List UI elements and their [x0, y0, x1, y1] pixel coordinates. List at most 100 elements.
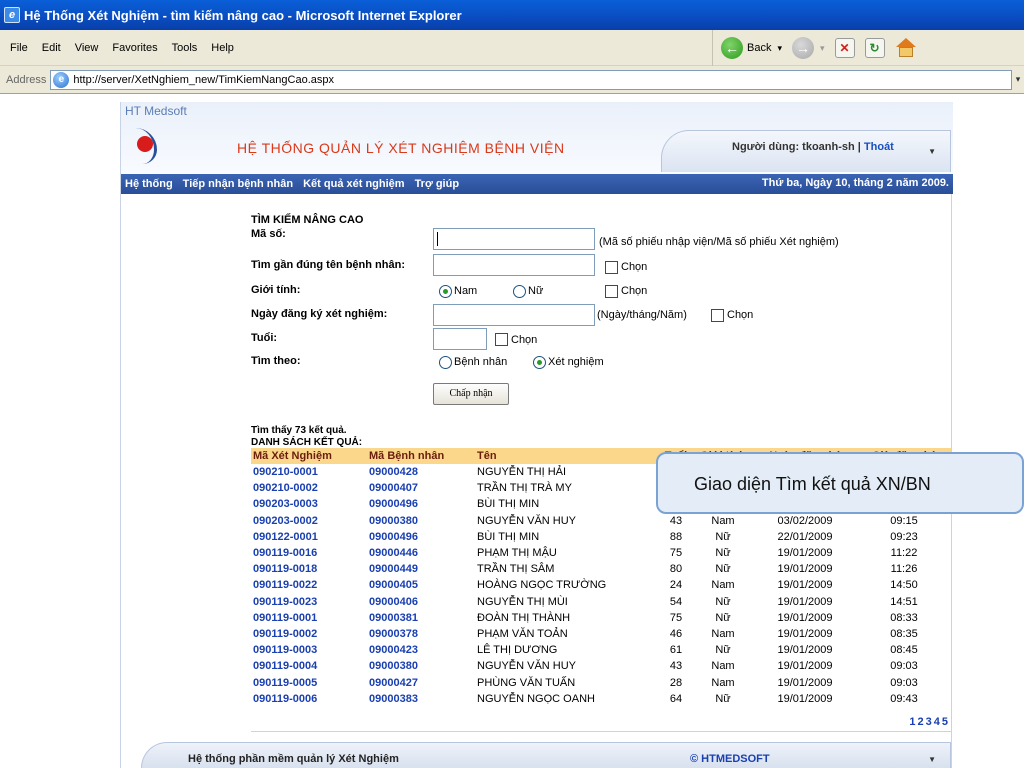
date-select-checkbox[interactable] [711, 309, 724, 322]
submit-button[interactable]: Chấp nhận [433, 383, 509, 405]
back-dropdown[interactable]: ▾ [777, 43, 782, 54]
logout-link[interactable]: Thoát [864, 141, 894, 153]
menu-file[interactable]: File [10, 42, 28, 54]
address-input[interactable]: e http://server/XetNghiem_new/TimKiemNan… [50, 69, 1012, 90]
cell-age: 80 [669, 563, 683, 576]
cell-test-code[interactable]: 090210-0001 [251, 464, 367, 480]
cell-gender: Nam [711, 660, 735, 673]
cell-test-code[interactable]: 090119-0002 [251, 626, 367, 642]
col-test-code[interactable]: Mã Xét Nghiệm [251, 448, 367, 464]
cell-test-code[interactable]: 090119-0001 [251, 610, 367, 626]
cell-test-code[interactable]: 090119-0018 [251, 561, 367, 577]
cell-patient-code[interactable]: 09000383 [367, 691, 475, 707]
nav-help[interactable]: Trợ giúp [415, 178, 459, 190]
back-label: Back [747, 42, 772, 54]
nav-system[interactable]: Hệ thống [125, 178, 173, 190]
cell-patient-code[interactable]: 09000405 [367, 577, 475, 593]
footer-copyright: © HTMEDSOFT [690, 753, 770, 765]
nav-test-results[interactable]: Kết quả xét nghiệm [303, 178, 404, 190]
menu-favorites[interactable]: Favorites [112, 42, 157, 54]
stop-icon: ✕ [834, 38, 855, 58]
chevron-down-icon[interactable]: ▼ [928, 755, 936, 764]
page-link-1[interactable]: 1 [909, 716, 916, 728]
table-row: 090119-0004 09000380 NGUYỄN VĂN HUY 43 Nam 19… [251, 658, 951, 674]
cell-gender: Nữ [715, 611, 731, 624]
cell-patient-code[interactable]: 09000427 [367, 674, 475, 690]
refresh-icon: ↻ [864, 38, 885, 58]
forward-button[interactable]: → ▾ [792, 37, 825, 59]
cell-test-code[interactable]: 090119-0004 [251, 658, 367, 674]
cell-test-code[interactable]: 090119-0006 [251, 691, 367, 707]
cell-patient-code[interactable]: 09000446 [367, 545, 475, 561]
gender-select-checkbox[interactable] [605, 285, 618, 298]
col-patient-code[interactable]: Mã Bệnh nhân [367, 448, 475, 464]
cell-name: TRẦN THỊ TRÀ MY [477, 482, 572, 495]
name-select-checkbox[interactable] [605, 261, 618, 274]
gender-female-label: Nữ [528, 285, 544, 297]
age-input[interactable] [433, 328, 487, 350]
table-row: 090203-0002 09000380 NGUYỄN VĂN HUY 43 Nam 03… [251, 513, 951, 529]
cell-test-code[interactable]: 090119-0023 [251, 594, 367, 610]
cell-patient-code[interactable]: 09000380 [367, 658, 475, 674]
table-row: 090119-0016 09000446 PHẠM THỊ MẬU 75 Nữ 19/01… [251, 545, 951, 561]
gender-female-radio[interactable] [513, 285, 526, 298]
menu-help[interactable]: Help [211, 42, 234, 54]
home-button[interactable] [895, 38, 917, 58]
code-input[interactable] [433, 228, 595, 250]
cell-reg-time: 09:23 [890, 530, 918, 543]
cell-reg-date: 19/01/2009 [777, 563, 833, 576]
page-link-2[interactable]: 2 [918, 716, 925, 728]
col-name[interactable]: Tên [475, 448, 659, 464]
page-link-4[interactable]: 4 [934, 716, 941, 728]
cell-patient-code[interactable]: 09000406 [367, 594, 475, 610]
cell-patient-code[interactable]: 09000423 [367, 642, 475, 658]
name-input[interactable] [433, 254, 595, 276]
search-by-patient-radio[interactable] [439, 356, 452, 369]
cell-patient-code[interactable]: 09000428 [367, 464, 475, 480]
name-label: Tìm gần đúng tên bệnh nhân: [251, 259, 405, 271]
forward-dropdown[interactable]: ▾ [820, 43, 825, 54]
cell-test-code[interactable]: 090119-0005 [251, 674, 367, 690]
cell-patient-code[interactable]: 09000381 [367, 610, 475, 626]
search-by-test-radio[interactable] [533, 356, 546, 369]
cell-patient-code[interactable]: 09000496 [367, 529, 475, 545]
cell-name: NGUYỄN THỊ MÙI [477, 595, 568, 608]
cell-reg-time: 09:03 [890, 676, 918, 689]
code-hint: (Mã số phiếu nhập viện/Mã số phiếu Xét n… [599, 236, 839, 248]
table-row: 090119-0023 09000406 NGUYỄN THỊ MÙI 54 Nữ 19/… [251, 594, 951, 610]
cell-test-code[interactable]: 090203-0002 [251, 513, 367, 529]
cell-test-code[interactable]: 090122-0001 [251, 529, 367, 545]
cell-test-code[interactable]: 090119-0003 [251, 642, 367, 658]
table-row: 090119-0006 09000383 NGUYỄN NGỌC OANH 64 Nữ 1… [251, 691, 951, 707]
footer-text: Hệ thống phần mềm quản lý Xét Nghiệm [188, 753, 399, 765]
address-dropdown[interactable]: ▾ [1012, 74, 1024, 85]
menu-view[interactable]: View [75, 42, 99, 54]
page-link-5[interactable]: 5 [942, 716, 949, 728]
date-hint: (Ngày/tháng/Năm) [597, 309, 687, 321]
gender-male-radio[interactable] [439, 285, 452, 298]
nav-patient-intake[interactable]: Tiếp nhận bệnh nhân [183, 178, 293, 190]
table-row: 090119-0005 09000427 PHÙNG VĂN TUẤN 28 Nam 19… [251, 674, 951, 690]
back-button[interactable]: ← Back ▾ [721, 37, 782, 59]
refresh-button[interactable]: ↻ [864, 38, 885, 58]
cell-patient-code[interactable]: 09000380 [367, 513, 475, 529]
stop-button[interactable]: ✕ [834, 38, 855, 58]
menu-tools[interactable]: Tools [172, 42, 198, 54]
cell-patient-code[interactable]: 09000496 [367, 496, 475, 512]
age-select-checkbox[interactable] [495, 333, 508, 346]
cell-patient-code[interactable]: 09000378 [367, 626, 475, 642]
cell-test-code[interactable]: 090119-0022 [251, 577, 367, 593]
menu-edit[interactable]: Edit [42, 42, 61, 54]
cell-patient-code[interactable]: 09000407 [367, 480, 475, 496]
cell-test-code[interactable]: 090210-0002 [251, 480, 367, 496]
cell-test-code[interactable]: 090119-0016 [251, 545, 367, 561]
pagination: 12345 [908, 716, 949, 728]
page-link-3[interactable]: 3 [926, 716, 933, 728]
cell-test-code[interactable]: 090203-0003 [251, 496, 367, 512]
cell-reg-time: 09:03 [890, 660, 918, 673]
chevron-down-icon[interactable]: ▼ [928, 147, 936, 156]
date-input[interactable] [433, 304, 595, 326]
cell-reg-date: 19/01/2009 [777, 660, 833, 673]
cell-patient-code[interactable]: 09000449 [367, 561, 475, 577]
cell-reg-time: 08:33 [890, 611, 918, 624]
